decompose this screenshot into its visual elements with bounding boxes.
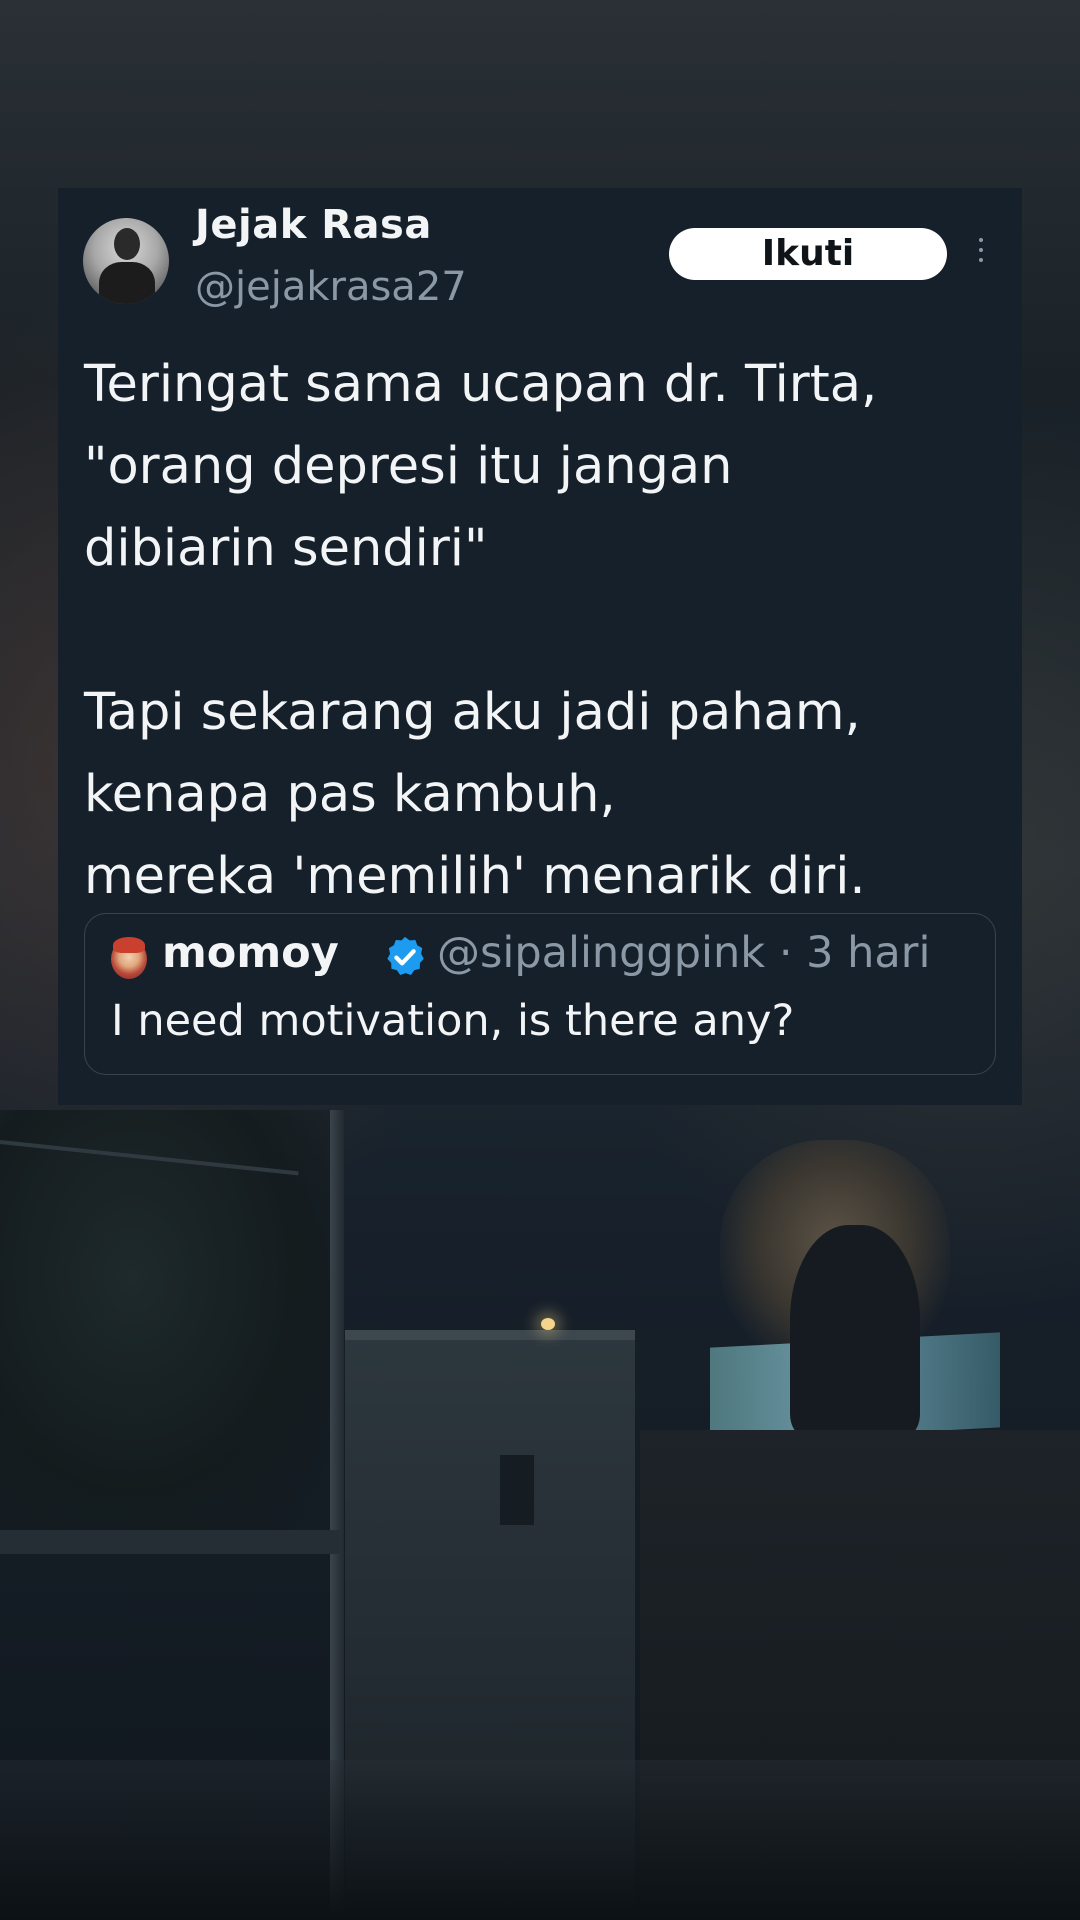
follow-button[interactable]: Ikuti (669, 228, 947, 280)
tweet-card[interactable]: Jejak Rasa @jejakrasa27 Ikuti Teringat s… (58, 188, 1022, 1105)
meta-separator: · (778, 928, 793, 978)
quoted-author-avatar (111, 937, 147, 979)
quoted-author-meta: @sipalinggpink · 3 hari (437, 928, 930, 978)
author-handle[interactable]: @jejakrasa27 (195, 264, 467, 310)
background-wall-top (345, 1330, 635, 1340)
verified-badge-icon (387, 936, 424, 976)
quoted-author-handle: @sipalinggpink (437, 928, 766, 978)
quoted-tweet[interactable]: momoy @sipalinggpink · 3 hari I need mot… (84, 913, 996, 1075)
tweet-text: Teringat sama ucapan dr. Tirta, "orang d… (84, 355, 878, 906)
quoted-timestamp: 3 hari (806, 928, 931, 978)
background-figure (790, 1225, 920, 1435)
more-options-icon[interactable] (976, 238, 986, 268)
author-display-name[interactable]: Jejak Rasa (195, 202, 432, 248)
quoted-author-name: momoy (162, 928, 339, 978)
author-avatar[interactable] (83, 218, 169, 304)
background-ground (0, 1760, 1080, 1920)
video-frame: Jejak Rasa @jejakrasa27 Ikuti Teringat s… (0, 0, 1080, 1920)
background-railing (0, 1530, 340, 1554)
background-lamp (541, 1318, 555, 1330)
avatar-head-shape (114, 228, 140, 260)
avatar-body-shape (99, 262, 155, 304)
background-window (500, 1455, 534, 1525)
quoted-tweet-text: I need motivation, is there any? (111, 996, 795, 1046)
